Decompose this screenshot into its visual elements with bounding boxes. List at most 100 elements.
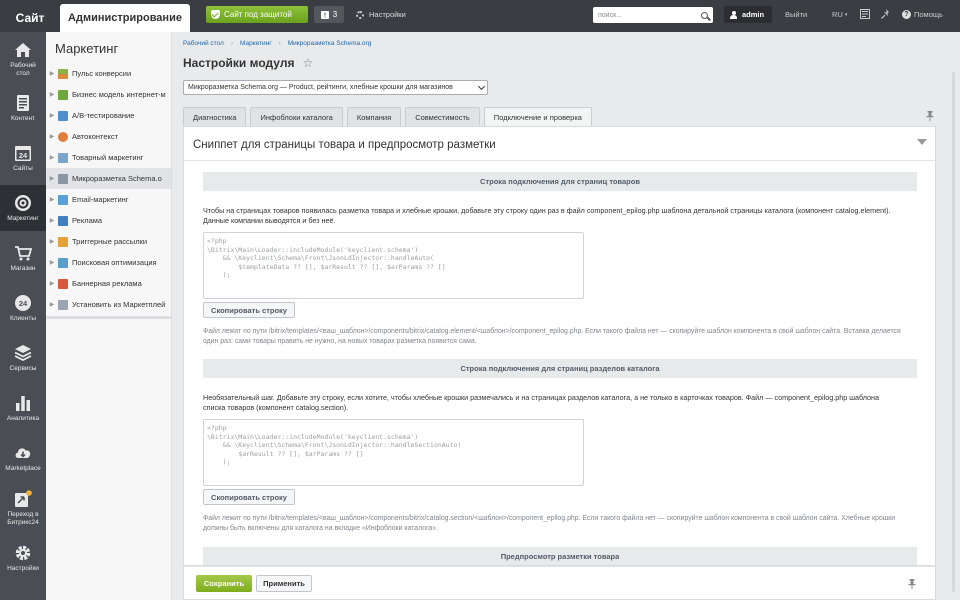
settings-link[interactable]: Настройки — [356, 6, 406, 23]
menu-item-clients[interactable]: 24 Клиенты — [0, 285, 46, 331]
autocontext-icon — [58, 131, 68, 142]
tab-diagnostics[interactable]: Диагностика — [183, 107, 247, 126]
user-name: admin — [742, 10, 765, 19]
home-icon — [15, 43, 31, 58]
sidebar-item-product-marketing[interactable]: ▶ Товарный маркетинг — [46, 147, 171, 168]
pin-icon[interactable] — [926, 111, 934, 123]
sidebar-item-label: Реклама — [72, 216, 103, 225]
module-select[interactable]: Микроразметка Schema.org — Product, рейт… — [183, 80, 488, 95]
code-snippet-textarea[interactable]: <?php \Bitrix\Main\Loader::includeModule… — [203, 419, 584, 486]
expand-arrow-icon[interactable]: ▶ — [46, 238, 58, 245]
menu-item-label: Магазин — [10, 264, 36, 272]
page-title-row: Настройки модуля ☆ — [183, 56, 313, 70]
main-content: Рабочий стол › Маркетинг › Микроразметка… — [172, 32, 960, 600]
layers-icon — [14, 344, 32, 361]
sidebar-item-label: Товарный маркетинг — [72, 153, 144, 162]
copy-line-button[interactable]: Скопировать строку — [203, 489, 295, 505]
menu-item-settings[interactable]: Настройки — [0, 535, 46, 581]
menu-item-label: Сайты — [13, 164, 33, 172]
main-icon-menu: Рабочий стол Контент 24 Сайты Маркетинг … — [0, 32, 46, 600]
expand-arrow-icon[interactable]: ▶ — [46, 154, 58, 161]
sidebar-item-conversion-pulse[interactable]: ▶ Пульс конверсии — [46, 63, 171, 84]
sidebar-item-install-marketplace[interactable]: ▶ Установить из Маркетплей — [46, 294, 171, 315]
sidebar-item-seo[interactable]: ▶ Поисковая оптимизация — [46, 252, 171, 273]
menu-item-sites[interactable]: 24 Сайты — [0, 135, 46, 181]
menu-item-label: Marketplace — [5, 464, 41, 472]
menu-item-marketing[interactable]: Маркетинг — [0, 185, 46, 231]
sidebar-item-schema-markup[interactable]: ▶ Микроразметка Schema.o — [46, 168, 171, 189]
breadcrumb-item[interactable]: Рабочий стол — [183, 40, 224, 47]
page-scrollbar[interactable] — [952, 72, 955, 592]
search-icon[interactable] — [701, 11, 708, 19]
chevron-down-icon: ▾ — [844, 11, 848, 18]
tab-catalog-iblocks[interactable]: Инфоблоки каталога — [250, 107, 343, 126]
sidebar-item-label: Автоконтекст — [72, 132, 119, 141]
menu-item-desktop[interactable]: Рабочий стол — [0, 36, 46, 82]
expand-arrow-icon[interactable]: ▶ — [46, 91, 58, 98]
collapse-triangle-icon[interactable] — [917, 139, 927, 145]
pin-icon[interactable] — [908, 579, 916, 591]
copy-line-button[interactable]: Скопировать строку — [203, 302, 295, 318]
apply-button[interactable]: Применить — [256, 575, 312, 592]
pin-icon[interactable] — [881, 9, 891, 19]
sidebar-item-label: Баннерная реклама — [72, 279, 142, 288]
notifications-count: 3 — [332, 10, 338, 19]
expand-arrow-icon[interactable]: ▶ — [46, 280, 58, 287]
language-select[interactable]: RU ▾ — [832, 6, 847, 23]
logout-link[interactable]: Выйти — [785, 6, 807, 23]
menu-item-shop[interactable]: Магазин — [0, 235, 46, 281]
cloud-download-icon — [15, 448, 31, 458]
expand-arrow-icon[interactable]: ▶ — [46, 133, 58, 140]
help-link[interactable]: ? Помощь — [902, 6, 943, 23]
breadcrumb-item[interactable]: Микроразметка Schema.org — [288, 40, 372, 47]
admin-tab[interactable]: Администрирование — [60, 4, 190, 32]
save-button[interactable]: Сохранить — [196, 575, 252, 592]
expand-arrow-icon[interactable]: ▶ — [46, 70, 58, 77]
menu-item-marketplace[interactable]: Marketplace — [0, 435, 46, 481]
ab-test-icon — [58, 110, 68, 121]
section-note: Файл лежит по пути /bitrix/templates/<ва… — [203, 328, 901, 345]
sidebar-item-trigger-mailings[interactable]: ▶ Триггерные рассылки — [46, 231, 171, 252]
tab-bar: Диагностика Инфоблоки каталога Компания … — [183, 107, 592, 126]
sidebar-item-label: A/B-тестирование — [72, 111, 135, 120]
site-tab[interactable]: Сайт — [0, 4, 60, 32]
sidebar-item-ab-testing[interactable]: ▶ A/B-тестирование — [46, 105, 171, 126]
expand-arrow-icon[interactable]: ▶ — [46, 112, 58, 119]
section-heading: Предпросмотр разметки товара — [203, 547, 917, 565]
menu-item-content[interactable]: Контент — [0, 85, 46, 131]
target-icon — [15, 194, 31, 211]
expand-arrow-icon[interactable]: ▶ — [46, 259, 58, 266]
section-note: Файл лежит по пути /bitrix/templates/<ва… — [203, 515, 896, 532]
expand-arrow-icon[interactable]: ▶ — [46, 175, 58, 182]
notifications-button[interactable]: 3 — [314, 6, 344, 23]
sidebar-item-label: Поисковая оптимизация — [72, 258, 157, 267]
sidebar-item-banner-ads[interactable]: ▶ Баннерная реклама — [46, 273, 171, 294]
business-model-icon — [58, 89, 68, 100]
menu-item-label: Клиенты — [9, 314, 37, 322]
menu-item-bitrix24[interactable]: Переход в Битрикс24 — [0, 485, 46, 531]
menu-item-services[interactable]: Сервисы — [0, 335, 46, 381]
question-icon: ? — [902, 10, 911, 19]
expand-arrow-icon[interactable]: ▶ — [46, 196, 58, 203]
card-header[interactable]: Сниппет для страницы товара и предпросмо… — [184, 127, 935, 161]
menu-item-analytics[interactable]: Аналитика — [0, 385, 46, 431]
edit-mode-icon[interactable] — [860, 9, 870, 19]
expand-arrow-icon[interactable]: ▶ — [46, 217, 58, 224]
breadcrumb-item[interactable]: Маркетинг — [240, 40, 272, 47]
menu-item-label: Контент — [10, 114, 36, 122]
sidebar-item-email-marketing[interactable]: ▶ Email-маркетинг — [46, 189, 171, 210]
gear-icon — [356, 10, 364, 19]
code-snippet-textarea[interactable]: <?php \Bitrix\Main\Loader::includeModule… — [203, 232, 584, 299]
search-input[interactable]: поиск... — [593, 7, 713, 23]
sidebar-item-business-model[interactable]: ▶ Бизнес модель интернет-м — [46, 84, 171, 105]
sidebar-item-autocontext[interactable]: ▶ Автоконтекст — [46, 126, 171, 147]
sidebar-item-advertising[interactable]: ▶ Реклама — [46, 210, 171, 231]
section-heading: Строка подключения для страниц разделов … — [203, 359, 917, 378]
user-menu-button[interactable]: admin — [724, 6, 772, 23]
star-icon[interactable]: ☆ — [302, 56, 313, 70]
site-secure-button[interactable]: Сайт под защитой — [206, 6, 308, 23]
expand-arrow-icon[interactable]: ▶ — [46, 301, 58, 308]
tab-connection-check[interactable]: Подключение и проверка — [483, 107, 592, 126]
tab-compatibility[interactable]: Совместимость — [405, 107, 480, 126]
tab-company[interactable]: Компания — [346, 107, 402, 126]
